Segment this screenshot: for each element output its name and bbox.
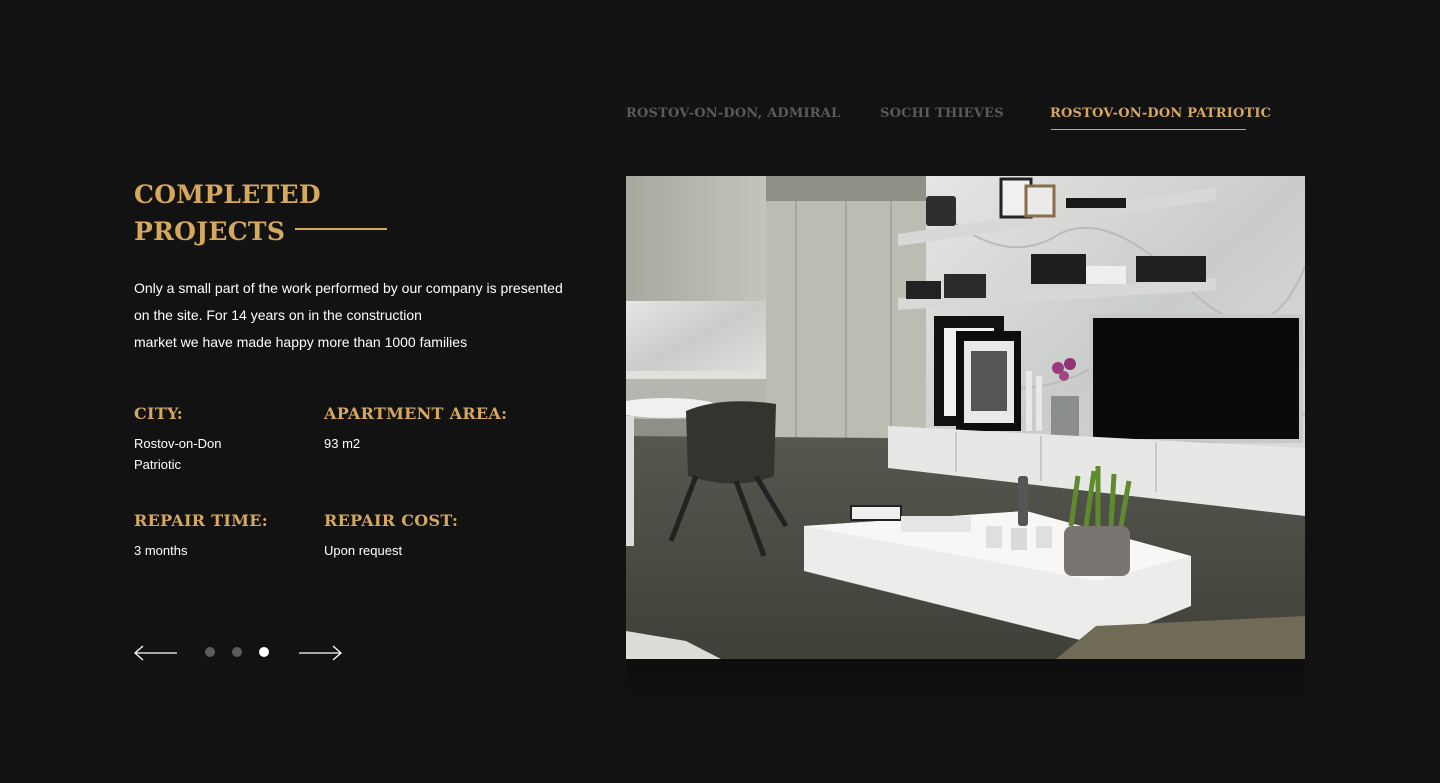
repair-cost-value: Upon request	[324, 540, 402, 561]
repair-time-value: 3 months	[134, 540, 187, 561]
repair-time-label: Repair time:	[134, 511, 268, 530]
tab-rostov-patriotic[interactable]: Rostov-on-Don Patriotic	[1050, 106, 1271, 121]
arrow-right-icon	[299, 645, 342, 661]
section-title-line1: Completed	[134, 180, 321, 209]
repair-time-value-text: 3 months	[134, 543, 188, 558]
description-line3: market we have made happy more than 1000…	[134, 334, 468, 350]
city-value: Rostov-on-Don Patriotic	[134, 433, 221, 475]
repair-cost-value-text: Upon request	[324, 543, 403, 558]
section-title: Completed Projects	[134, 176, 321, 250]
arrow-left-icon	[134, 645, 177, 661]
next-button[interactable]	[298, 644, 342, 662]
description-line2: on the site. For 14 years on in the cons…	[134, 307, 422, 323]
section-description: Only a small part of the work performed …	[134, 275, 594, 356]
tab-rostov-admiral[interactable]: Rostov-on-Don, Admiral	[626, 106, 840, 121]
photo-shadow	[626, 659, 1305, 719]
active-tab-underline	[1051, 129, 1246, 130]
description-line1: Only a small part of the work performed …	[134, 280, 563, 296]
interior-image	[626, 176, 1305, 659]
section-title-line2: Projects	[134, 217, 286, 246]
project-photo	[626, 176, 1305, 659]
city-value-line1: Rostov-on-Don	[134, 436, 222, 451]
repair-cost-label: Repair cost:	[324, 511, 459, 530]
prev-button[interactable]	[134, 644, 178, 662]
slider-dot-2[interactable]	[232, 647, 242, 657]
area-value-text: 93 m2	[324, 436, 361, 451]
slider-dot-3[interactable]	[259, 647, 269, 657]
area-value: 93 m2	[324, 433, 360, 454]
city-value-line2: Patriotic	[134, 457, 181, 472]
area-label: Apartment area:	[324, 404, 508, 423]
slider-dot-1[interactable]	[205, 647, 215, 657]
city-label: City:	[134, 404, 183, 423]
tab-sochi-thieves[interactable]: Sochi Thieves	[880, 106, 1004, 121]
title-divider	[295, 228, 387, 230]
